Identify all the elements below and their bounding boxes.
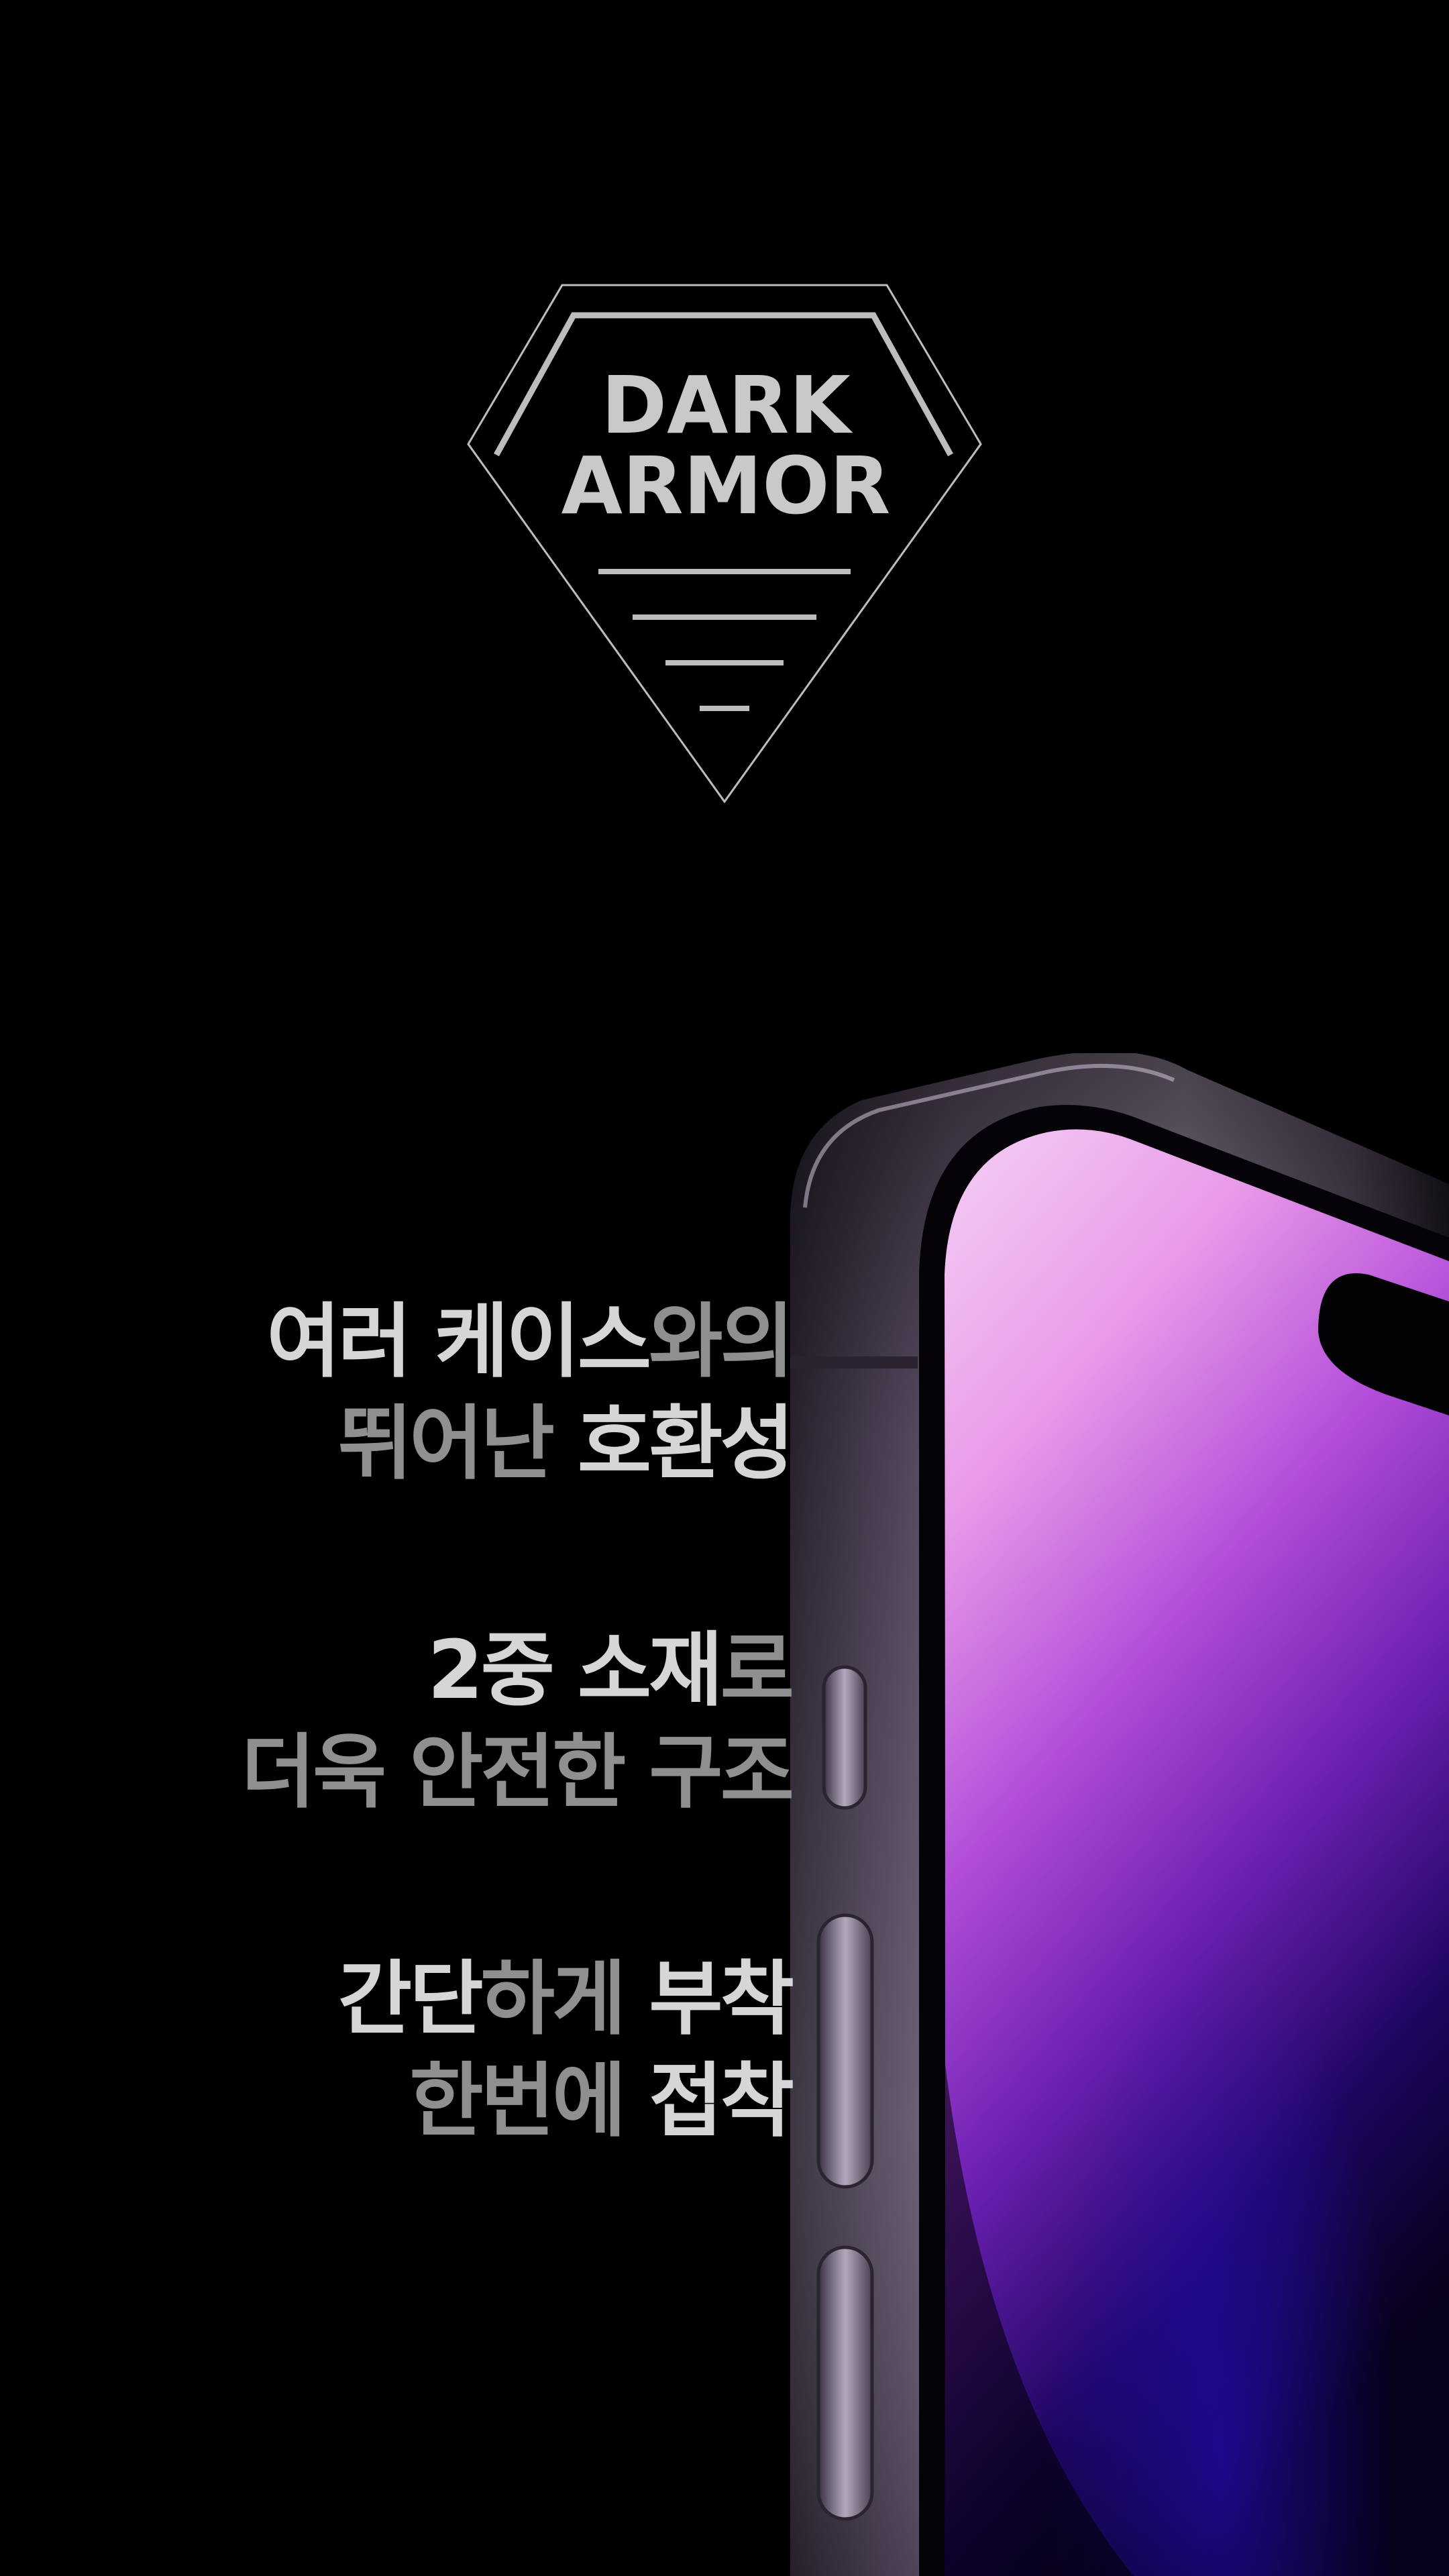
text-segment: 와의 [649, 1295, 794, 1389]
text-segment: 호환성 [577, 1397, 794, 1491]
feature-dual-material-line2: 더욱 안전한 구조 [241, 1722, 794, 1824]
text-segment: 여러 케이스 [266, 1295, 651, 1389]
feature-easy-attach-line1: 간단하게 부착 [337, 1949, 794, 2051]
phone-side-image [790, 1053, 1449, 2576]
text-segment: 더욱 안전한 구조 [241, 1726, 794, 1819]
text-segment: 접착 [649, 2055, 794, 2148]
feature-easy-attach-line2: 한번에 접착 [338, 2051, 794, 2153]
text-segment: 한번에 [409, 2055, 649, 2148]
feature-compatibility: 여러 케이스와의 뛰어난 호환성 [266, 1291, 794, 1495]
feature-compatibility-line2: 뛰어난 호환성 [266, 1393, 794, 1495]
feature-easy-attach: 간단하게 부착 한번에 접착 [337, 1949, 794, 2153]
text-segment: 뛰어난 [337, 1397, 578, 1491]
text-segment: 하게 [480, 1953, 649, 2046]
feature-compatibility-line1: 여러 케이스와의 [266, 1291, 794, 1393]
logo-line-dark: DARK [601, 359, 853, 451]
text-segment: 로 [720, 1624, 794, 1717]
diamond-shield-icon: DARK ARMOR [467, 284, 982, 804]
logo-line-armor: ARMOR [561, 439, 891, 532]
dark-armor-logo: DARK ARMOR [463, 282, 986, 805]
text-segment: 간단 [337, 1953, 484, 2046]
feature-dual-material: 2중 소재로 더욱 안전한 구조 [241, 1620, 794, 1824]
text-segment: 부착 [649, 1953, 794, 2046]
text-segment: 2중 소재 [427, 1624, 722, 1717]
feature-dual-material-line1: 2중 소재로 [241, 1620, 794, 1722]
phone-illustration [785, 1053, 1449, 2576]
